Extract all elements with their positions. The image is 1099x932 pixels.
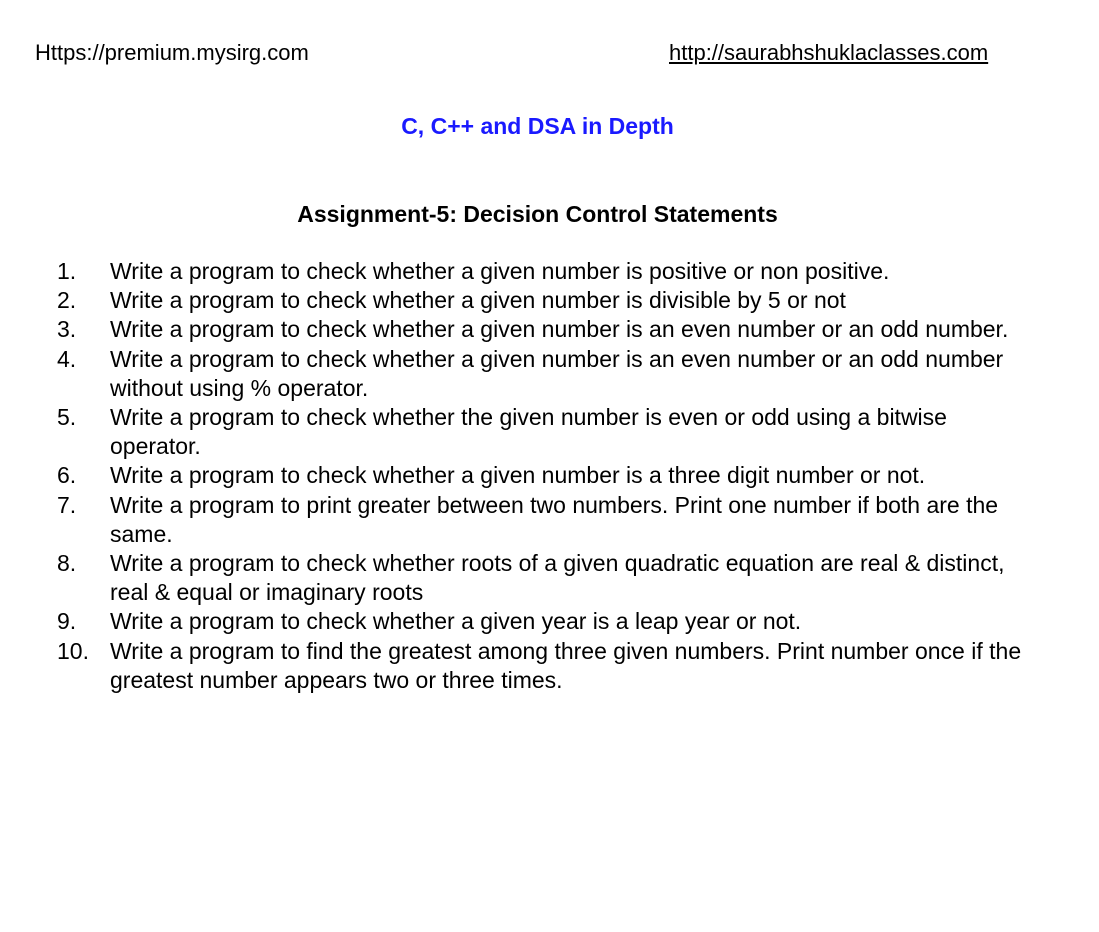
question-item-2: 2. Write a program to check whether a gi… (0, 286, 1060, 315)
question-number: 2. (57, 287, 77, 314)
question-text: Write a program to find the greatest amo… (110, 637, 1022, 693)
question-item-6: 6. Write a program to check whether a gi… (0, 461, 1060, 490)
question-item-8: 8. Write a program to check whether root… (0, 549, 1060, 607)
question-item-10: 10. Write a program to find the greatest… (0, 637, 1060, 695)
question-number: 5. (57, 404, 77, 431)
question-text: Write a program to check whether a given… (110, 462, 926, 489)
question-number: 4. (57, 345, 77, 372)
question-text: Write a program to check whether a given… (110, 258, 890, 284)
question-item-7: 7. Write a program to print greater betw… (0, 491, 1060, 549)
question-text: Write a program to print greater between… (110, 491, 999, 547)
question-text: Write a program to check whether roots o… (110, 550, 1005, 606)
question-text: Write a program to check whether a given… (110, 316, 1009, 343)
question-number: 3. (57, 316, 77, 343)
question-item-4: 4. Write a program to check whether a gi… (0, 345, 1060, 403)
question-text: Write a program to check whether the giv… (110, 404, 947, 460)
question-item-9: 9. Write a program to check whether a gi… (0, 607, 1060, 636)
assignment-title: Assignment-5: Decision Control Statement… (297, 201, 778, 227)
question-text: Write a program to check whether a given… (110, 287, 846, 314)
question-item-3: 3. Write a program to check whether a gi… (0, 315, 1060, 344)
question-number: 9. (57, 608, 77, 635)
course-title: C, C++ and DSA in Depth (401, 113, 674, 139)
question-item-5: 5. Write a program to check whether the … (0, 403, 1060, 461)
question-text: Write a program to check whether a given… (110, 608, 802, 635)
question-number: 10. (57, 637, 89, 664)
question-list: 1. Write a program to check whether a gi… (0, 257, 1060, 695)
question-number: 1. (57, 258, 77, 284)
question-number: 8. (57, 550, 77, 577)
question-number: 6. (57, 462, 77, 489)
header-right-link[interactable]: http://saurabhshuklaclasses.com (669, 40, 988, 66)
question-text: Write a program to check whether a given… (110, 345, 1004, 401)
question-number: 7. (57, 491, 77, 518)
question-item-1: 1. Write a program to check whether a gi… (0, 257, 1060, 286)
header-left-url: Https://premium.mysirg.com (35, 40, 309, 65)
